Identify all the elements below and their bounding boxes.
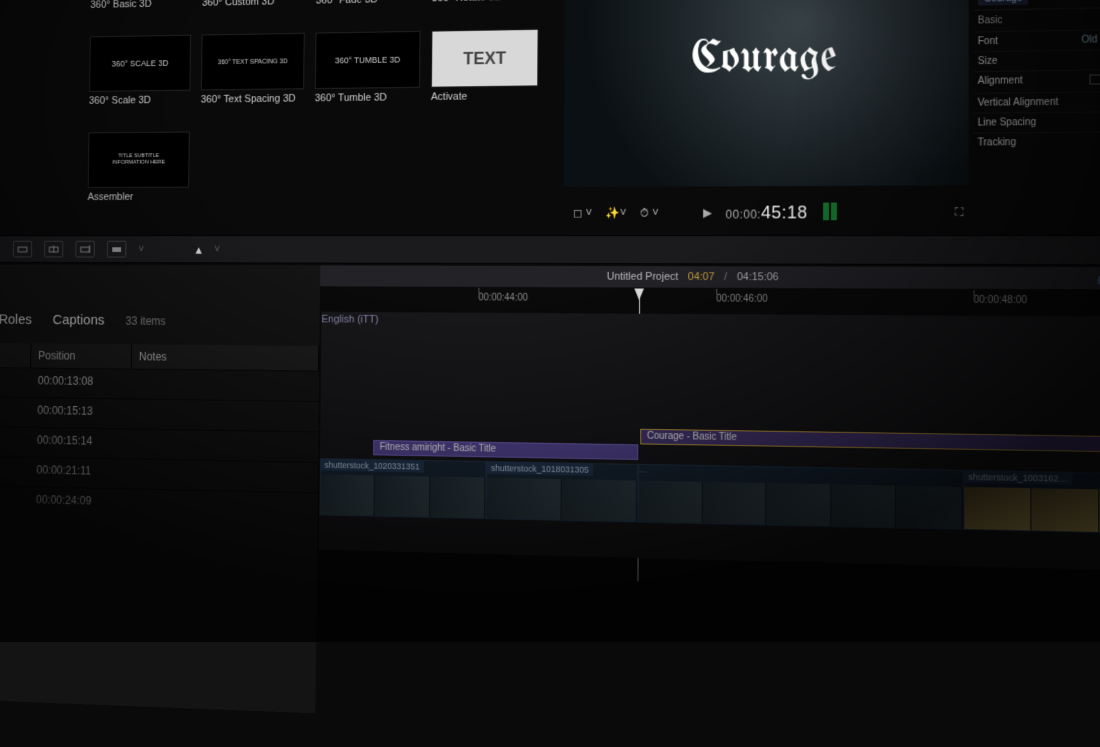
title-preset[interactable]: 360° ROTATE 3D 360° Rotate 3D (432, 0, 540, 19)
clip-label: shutterstock_1018031305 (487, 462, 593, 476)
tab-roles[interactable]: Roles (0, 312, 32, 328)
caption-track-label[interactable]: English (iTT) (321, 314, 378, 326)
inspector-panel: Normal Text Courage Basic FontOld Englis… (974, 0, 1100, 152)
timeline-toolbar: ex ˅ ▴˅ (0, 235, 1100, 265)
retime-icon[interactable]: ⏱ ˅ (640, 205, 659, 220)
project-current-time: 04:07 (688, 271, 715, 283)
crop-icon[interactable]: ◻ ˅ (573, 206, 592, 220)
overwrite-clip-icon[interactable] (107, 241, 127, 258)
font-label: Font (978, 36, 998, 47)
tab-captions[interactable]: Captions (53, 312, 105, 328)
preset-label: 360° Text Spacing 3D (201, 93, 304, 120)
video-clip[interactable] (638, 464, 963, 530)
col-name[interactable] (0, 343, 31, 368)
append-clip-icon[interactable] (75, 241, 94, 258)
viewer-title-overlay: Courage (691, 35, 837, 84)
col-notes[interactable]: Notes (132, 344, 320, 370)
table-row[interactable]: utterstock_…00:00:13:08 (0, 366, 319, 396)
ruler-mark: 00:00:48:00 (974, 295, 1028, 306)
index-tabs: Tags Roles Captions 33 items (0, 311, 166, 328)
alignment-buttons[interactable] (1087, 74, 1100, 88)
add-marker-icon[interactable]: ⊕— (1096, 270, 1100, 290)
preset-label: 360° Custom 3D (202, 0, 305, 23)
video-clip[interactable]: shutterstock_1018031305 (486, 461, 638, 522)
viewer-toolbar: ◻ ˅ ✨˅ ⏱ ˅ ▶ 00:00:45:18 ⛶ (563, 195, 973, 229)
titles-browser: 360° Basic 3D 360° Custom 3D 360° Fade 3… (82, 0, 575, 223)
font-select[interactable]: Old English T… (1081, 34, 1100, 46)
title-preset[interactable]: 360° Fade 3D (316, 0, 422, 21)
table-header: Position Notes (0, 343, 319, 371)
audio-meter (821, 202, 837, 223)
clip-label: shutterstock_1003162… (964, 471, 1072, 485)
thumb-text: TEXT (463, 48, 506, 69)
tracking-label: Tracking (978, 137, 1016, 148)
ruler-mark: 00:00:44:00 (478, 293, 528, 304)
connect-clip-icon[interactable] (13, 241, 32, 258)
clip-label: Fitness amiright - Basic Title (380, 442, 496, 455)
title-preset[interactable]: 360° TEXT SPACING 3D 360° Text Spacing 3… (201, 33, 305, 120)
title-preset[interactable]: TITLE SUBTITLE INFORMATION HERE Assemble… (87, 132, 189, 218)
title-preset[interactable]: 360° Custom 3D (202, 0, 306, 23)
title-preset[interactable]: 360° SCALE 3D 360° Scale 3D (89, 35, 191, 122)
preset-label: 360° Fade 3D (316, 0, 421, 21)
timecode: 45:18 (761, 202, 808, 222)
thumb-text: 360° SCALE 3D (111, 58, 168, 68)
timeline-ruler[interactable]: 00:00:44:00 00:00:46:00 00:00:48:00 00:0… (322, 287, 1100, 315)
valign-label: Vertical Alignment (978, 97, 1059, 109)
preset-label: Activate (431, 90, 538, 118)
viewer[interactable]: Courage (564, 0, 969, 187)
title-preset[interactable]: 360° Basic 3D (90, 0, 192, 25)
ruler-mark: 00:00:46:00 (716, 294, 767, 305)
fullscreen-icon[interactable]: ⛶ (955, 205, 963, 220)
video-clip[interactable]: shutterstock_1020331351 (319, 458, 486, 519)
preset-label: 360° Tumble 3D (315, 92, 420, 120)
preset-label: Assembler (87, 191, 189, 217)
clip-label (639, 471, 647, 473)
thumb-text: 360° TEXT SPACING 3D (218, 58, 288, 66)
project-duration: 04:15:06 (737, 271, 779, 283)
col-position[interactable]: Position (31, 343, 132, 368)
item-count: 33 items (125, 314, 165, 327)
title-preset[interactable]: TEXT Activate (431, 29, 539, 118)
project-bar: ◀ Untitled Project 04:07 / 04:15:06 ▶ (258, 265, 1100, 289)
effects-icon[interactable]: ✨˅ (606, 206, 627, 220)
preset-label: 360° Basic 3D (90, 0, 191, 25)
title-preset[interactable]: 360° TUMBLE 3D 360° Tumble 3D (315, 31, 421, 119)
pointer-tool-icon[interactable]: ▴ (195, 241, 201, 257)
timecode-prefix: 00:00: (726, 207, 761, 221)
size-label: Size (978, 56, 998, 67)
project-name[interactable]: Untitled Project (607, 271, 679, 283)
inspector-section: Basic (974, 6, 1100, 31)
clip-label: shutterstock_1020331351 (321, 459, 424, 472)
thumb-text: TITLE SUBTITLE INFORMATION HERE (112, 153, 165, 167)
preset-label: 360° Scale 3D (89, 94, 191, 121)
table-row[interactable]: otsteps/r…00:00:15:13 (0, 396, 319, 427)
linespacing-label: Line Spacing (978, 117, 1037, 128)
video-clip[interactable]: shutterstock_1003162… (963, 470, 1100, 535)
thumb-text: 360° TUMBLE 3D (335, 55, 400, 65)
alignment-label: Alignment (978, 75, 1023, 88)
play-button[interactable]: ▶ (703, 206, 712, 220)
clip-label: Courage - Basic Title (647, 431, 737, 443)
preset-label: 360° Rotate 3D (432, 0, 539, 19)
text-field[interactable]: Courage (978, 0, 1029, 6)
insert-clip-icon[interactable] (44, 241, 63, 258)
